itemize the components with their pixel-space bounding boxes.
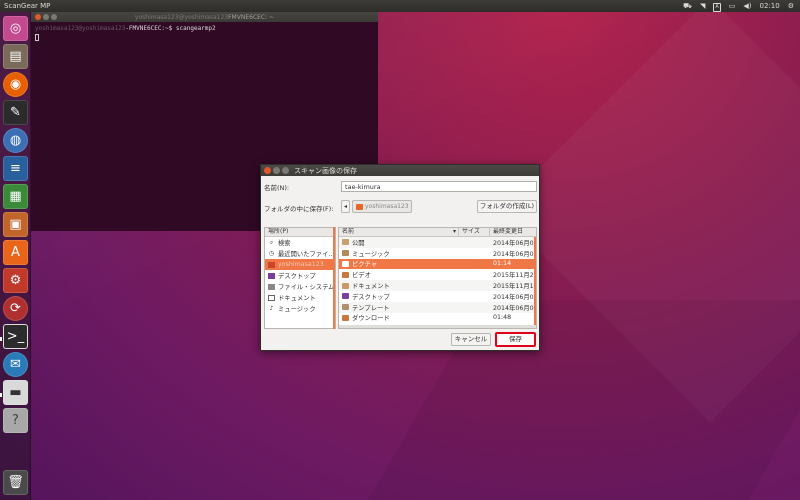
save-button[interactable]: 保存 xyxy=(495,332,536,347)
dialog-title: スキャン画像の保存 xyxy=(294,166,357,175)
settings-icon[interactable]: ⚙ xyxy=(3,268,28,293)
terminal-cursor xyxy=(35,34,39,41)
file-row[interactable]: ドキュメント 2015年11月18 xyxy=(339,280,536,291)
folder-label: フォルダの中に保存(F): xyxy=(264,205,334,213)
file-list-header: 名前 ▾ サイズ 最終変更日 xyxy=(339,228,536,237)
column-modified[interactable]: 最終変更日 xyxy=(490,228,536,236)
place-item-recent[interactable]: ◷ 最近開いたファイ… xyxy=(265,248,335,259)
place-item-search[interactable]: ⌕ 検索 xyxy=(265,237,335,248)
terminal-icon[interactable]: >_ xyxy=(3,324,28,349)
launcher: ◎ ▤ ◉ ✎ ◍ ≡ ▦ ▣ A ⚙ ⟳ >_ ✉ ▬ ? 🗑 xyxy=(0,12,31,500)
terminal-output[interactable]: yoshimasa123@yoshimasa123-FMVNE6CEC:~$ s… xyxy=(31,22,378,47)
home-folder-icon xyxy=(356,203,363,210)
minimize-icon[interactable] xyxy=(43,14,49,20)
keyboard-indicator[interactable]: A xyxy=(713,0,721,12)
firefox-icon[interactable]: ◉ xyxy=(3,72,28,97)
running-indicator xyxy=(0,393,2,397)
drive-icon xyxy=(268,283,275,290)
path-back-button[interactable]: ◂ xyxy=(341,200,350,213)
software-center-icon[interactable]: A xyxy=(3,240,28,265)
screenshot-tool-icon[interactable]: ✎ xyxy=(3,100,28,125)
document-icon xyxy=(268,294,275,301)
close-icon[interactable] xyxy=(35,14,41,20)
maximize-icon[interactable] xyxy=(51,14,57,20)
volume-icon[interactable]: ◀) xyxy=(743,0,751,12)
file-row[interactable]: テンプレート 2014年06月01 xyxy=(339,301,536,313)
place-item-filesystem[interactable]: ファイル・システム xyxy=(265,281,335,292)
sort-arrow-icon: ▾ xyxy=(452,228,456,235)
network-icon[interactable]: ◥ xyxy=(700,0,705,12)
globe-icon[interactable]: ◍ xyxy=(3,128,28,153)
places-header: 場所(P) xyxy=(265,228,335,237)
app-title: ScanGear MP xyxy=(4,2,51,10)
column-name[interactable]: 名前 ▾ xyxy=(339,228,459,236)
folder-icon xyxy=(342,239,349,246)
search-icon: ⌕ xyxy=(269,238,274,246)
file-row[interactable]: 公開 2014年06月01 xyxy=(339,237,536,248)
terminal-line: yoshimasa123@yoshimasa123-FMVNE6CEC:~$ s… xyxy=(35,25,216,32)
save-dialog: スキャン画像の保存 名前(N): tae-kimura フォルダの中に保存(F)… xyxy=(260,164,540,351)
vertical-scrollbar[interactable] xyxy=(534,237,536,328)
desktop-folder-icon xyxy=(342,293,349,300)
place-item-desktop[interactable]: デスクトップ xyxy=(265,270,335,281)
dialog-titlebar[interactable]: スキャン画像の保存 xyxy=(261,165,539,176)
updates-icon[interactable]: ⛟ xyxy=(683,0,692,12)
minimize-icon[interactable] xyxy=(273,167,280,174)
trash-icon[interactable]: 🗑 xyxy=(3,470,28,495)
writer-icon[interactable]: ≡ xyxy=(3,156,28,181)
pane-divider[interactable] xyxy=(333,227,335,329)
close-icon[interactable] xyxy=(264,167,271,174)
running-indicator xyxy=(0,337,2,341)
terminal-title: yoshimasa123@yoshimasa123FMVNE6CEC: ~ xyxy=(134,13,275,21)
templates-folder-icon xyxy=(342,304,349,311)
file-row[interactable]: ダウンロード 01:48 xyxy=(339,313,536,324)
maximize-icon[interactable] xyxy=(282,167,289,174)
column-size[interactable]: サイズ xyxy=(459,228,490,236)
clock[interactable]: 02:10 xyxy=(760,0,780,12)
chevron-left-icon: ◂ xyxy=(343,203,347,210)
battery-icon[interactable]: ▭ xyxy=(729,0,736,12)
place-item-home[interactable]: yoshimasa123 xyxy=(265,259,335,270)
place-item-documents[interactable]: ドキュメント xyxy=(265,292,335,303)
name-label: 名前(N): xyxy=(264,184,290,192)
impress-icon[interactable]: ▣ xyxy=(3,212,28,237)
dash-home-icon[interactable]: ◎ xyxy=(3,16,28,41)
download-folder-icon xyxy=(342,314,349,321)
documents-folder-icon xyxy=(342,282,349,289)
recent-icon: ◷ xyxy=(268,249,275,257)
horizontal-scrollbar[interactable] xyxy=(339,325,536,328)
music-icon: ♪ xyxy=(269,304,274,312)
filename-input[interactable]: tae-kimura xyxy=(341,181,537,192)
files-icon[interactable]: ▤ xyxy=(3,44,28,69)
cancel-button[interactable]: キャンセル xyxy=(451,333,491,346)
create-folder-button[interactable]: フォルダの作成(L) xyxy=(477,200,537,213)
help-icon[interactable]: ? xyxy=(3,408,28,433)
terminal-titlebar[interactable]: yoshimasa123@yoshimasa123FMVNE6CEC: ~ xyxy=(31,12,378,22)
places-pane: 場所(P) ⌕ 検索 ◷ 最近開いたファイ… yoshimasa123 デスクトップ… xyxy=(264,227,336,329)
file-rows: 公開 2014年06月01 ミュージック 2014年06月01 ピクチャ 01:… xyxy=(339,237,536,323)
place-item-music[interactable]: ♪ ミュージック xyxy=(265,303,335,314)
thunderbird-icon[interactable]: ✉ xyxy=(3,352,28,377)
file-list: 名前 ▾ サイズ 最終変更日 公開 2014年06月01 ミュージック 2014年… xyxy=(338,227,537,329)
indicator-area: ⛟ ◥ A ▭ ◀) 02:10 ⚙ xyxy=(683,0,794,12)
file-row[interactable]: ビデオ 2015年11月20 xyxy=(339,269,536,280)
file-row[interactable]: デスクトップ 2014年06月01 xyxy=(339,291,536,302)
video-folder-icon xyxy=(342,271,349,278)
desktop-icon xyxy=(268,272,275,279)
file-row[interactable]: ミュージック 2014年06月01 xyxy=(339,248,536,259)
path-segment-button[interactable]: yoshimasa123 xyxy=(352,200,412,213)
updater-icon[interactable]: ⟳ xyxy=(3,296,28,321)
home-icon xyxy=(268,261,275,268)
music-folder-icon xyxy=(342,250,349,257)
scanner-icon[interactable]: ▬ xyxy=(3,380,28,405)
file-row-selected[interactable]: ピクチャ 01:14 xyxy=(339,258,536,270)
top-panel: ScanGear MP ⛟ ◥ A ▭ ◀) 02:10 ⚙ xyxy=(0,0,800,12)
calc-icon[interactable]: ▦ xyxy=(3,184,28,209)
pictures-folder-icon xyxy=(342,260,349,267)
power-icon[interactable]: ⚙ xyxy=(788,0,794,12)
